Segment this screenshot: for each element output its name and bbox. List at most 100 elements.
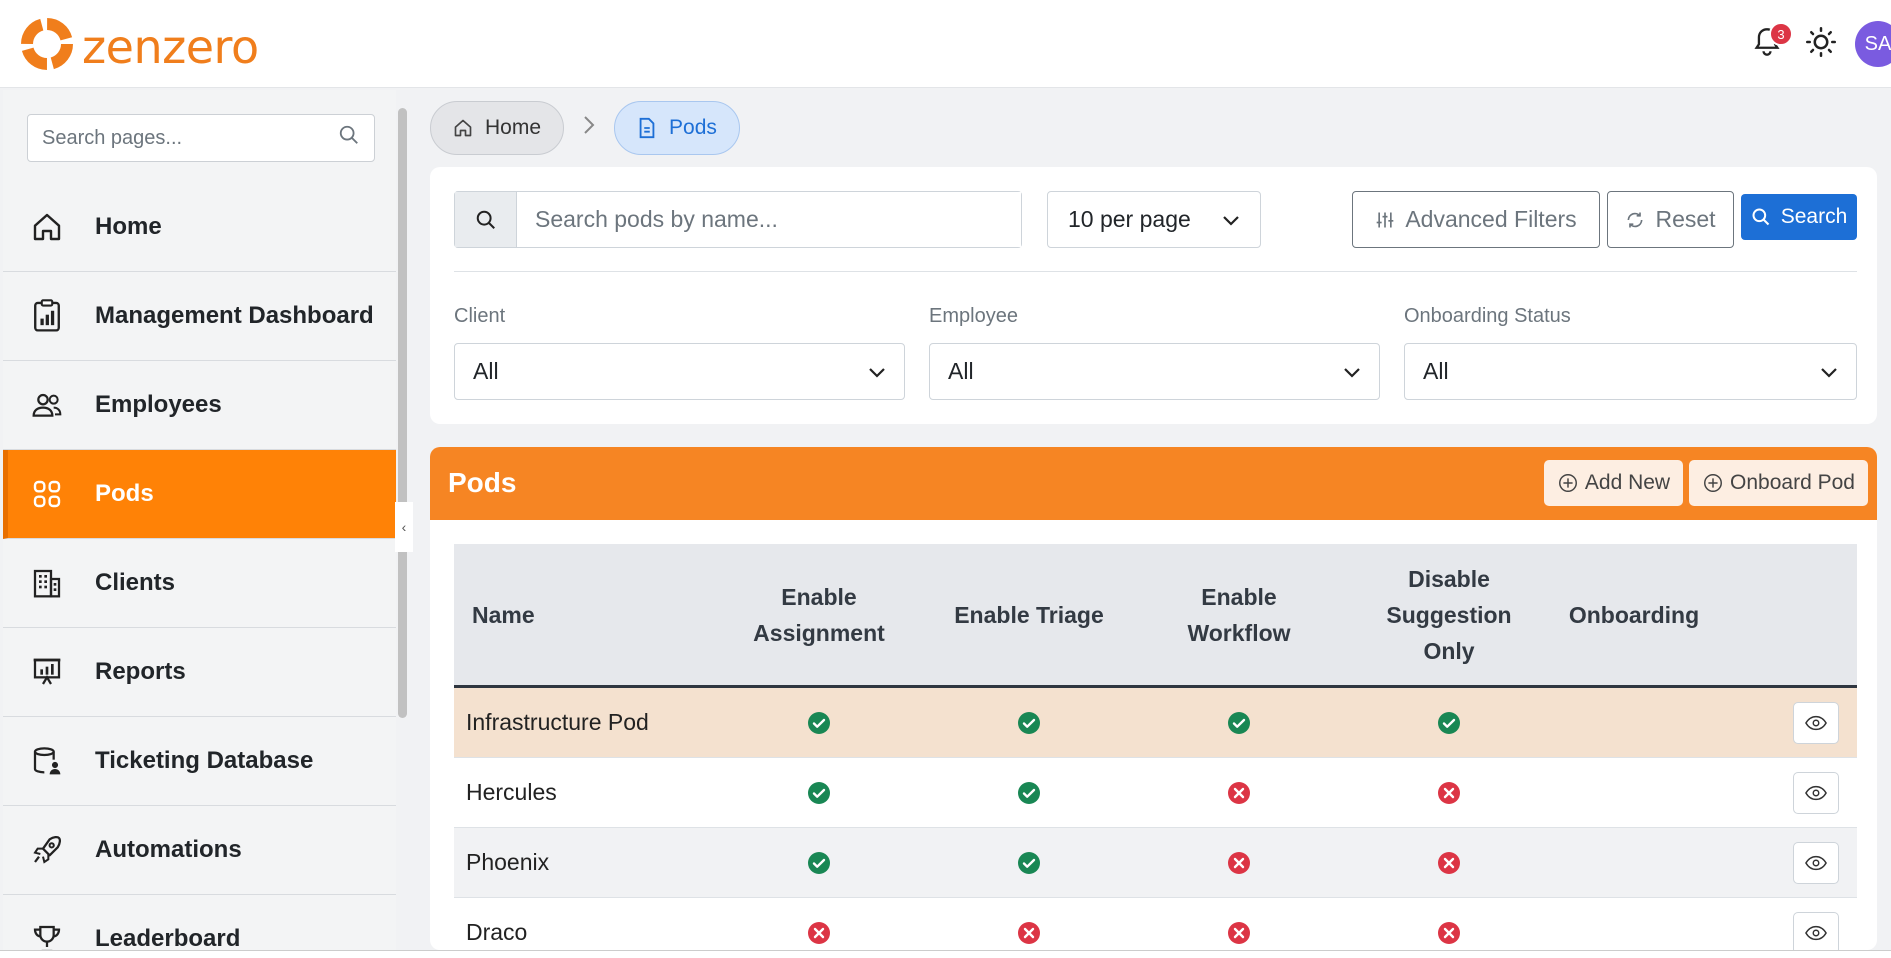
column-header-label: Enable Assignment (753, 583, 885, 646)
pod-search-input[interactable] (517, 192, 1021, 247)
chevron-right-icon (582, 114, 596, 142)
theme-toggle[interactable] (1801, 24, 1841, 64)
sidebar-item-reports[interactable]: Reports (3, 628, 396, 717)
x-circle-icon (1437, 851, 1461, 875)
pod-name-cell: Hercules (466, 779, 557, 805)
trophy-icon (29, 921, 65, 950)
grid-icon (29, 476, 65, 512)
sidebar-item-home[interactable]: Home (3, 183, 396, 272)
view-button[interactable] (1792, 771, 1839, 814)
notification-button[interactable]: 3 (1747, 22, 1793, 64)
client-filter-select[interactable]: All (454, 343, 905, 400)
onboarding-cell (1554, 688, 1714, 757)
rocket-icon (29, 832, 65, 868)
sidebar-collapse-button[interactable]: ‹ (395, 502, 413, 552)
search-label: Search (1780, 205, 1848, 228)
chevron-down-icon (1222, 206, 1240, 233)
assignment-cell (714, 828, 924, 897)
column-header-enable-workflow[interactable]: Enable Workflow (1134, 544, 1344, 685)
x-circle-icon (1227, 921, 1251, 945)
advanced-filters-label: Advanced Filters (1405, 206, 1577, 232)
presentation-chart-icon (29, 654, 65, 690)
column-header-label: Disable Suggestion Only (1386, 565, 1512, 664)
onboard-pod-label: Onboard Pod (1730, 471, 1855, 494)
view-button[interactable] (1792, 911, 1839, 950)
sidebar-item-employees[interactable]: Employees (3, 361, 396, 450)
onboarding-status-filter-select[interactable]: All (1404, 343, 1857, 400)
breadcrumb-current[interactable]: Pods (614, 101, 740, 155)
sidebar-item-leaderboard[interactable]: Leaderboard (3, 895, 396, 950)
sidebar-item-automations[interactable]: Automations (3, 806, 396, 895)
table-row[interactable]: Hercules (454, 758, 1857, 828)
column-header-enable-triage[interactable]: Enable Triage (924, 544, 1134, 685)
building-icon (29, 565, 65, 601)
column-header-disable-suggestion-only[interactable]: Disable Suggestion Only (1344, 544, 1554, 685)
check-circle-icon (1017, 851, 1041, 875)
brand-logo[interactable]: zenzero (20, 17, 259, 76)
view-button[interactable] (1792, 701, 1839, 744)
table-row[interactable]: Phoenix (454, 828, 1857, 898)
divider (454, 271, 1857, 272)
check-circle-icon (1017, 781, 1041, 805)
avatar[interactable]: SA (1855, 21, 1891, 67)
plus-circle-icon (1702, 472, 1724, 494)
reset-label: Reset (1655, 206, 1716, 232)
sidebar-item-label: Automations (95, 836, 242, 863)
home-icon (29, 209, 65, 245)
assignment-cell (714, 688, 924, 757)
sidebar-nav: Home Management Dashboard Employees Pods… (3, 183, 396, 950)
eye-icon (1804, 855, 1827, 871)
actions-cell (1714, 898, 1857, 950)
refresh-icon (1625, 210, 1645, 230)
pod-name-cell: Infrastructure Pod (466, 709, 649, 735)
sun-icon (1806, 26, 1836, 62)
suggestion-cell (1344, 688, 1554, 757)
sidebar-item-label: Management Dashboard (95, 302, 374, 329)
employee-filter-select[interactable]: All (929, 343, 1380, 400)
pod-search-group (454, 191, 1022, 248)
column-header-name[interactable]: Name (454, 544, 714, 685)
per-page-select[interactable]: 10 per page (1047, 191, 1261, 248)
search-button[interactable]: Search (1741, 194, 1857, 240)
check-circle-icon (1017, 711, 1041, 735)
sidebar-item-ticketing-database[interactable]: Ticketing Database (3, 717, 396, 806)
onboarding-status-filter-label: Onboarding Status (1404, 305, 1571, 327)
onboard-pod-button[interactable]: Onboard Pod (1689, 460, 1868, 506)
sidebar-item-clients[interactable]: Clients (3, 539, 396, 628)
onboarding-cell (1554, 828, 1714, 897)
breadcrumb-home-label: Home (485, 116, 542, 139)
add-new-button[interactable]: Add New (1544, 460, 1683, 506)
reset-button[interactable]: Reset (1607, 191, 1734, 248)
sliders-icon (1375, 210, 1395, 230)
employee-filter-label: Employee (929, 305, 1018, 327)
check-circle-icon (1227, 711, 1251, 735)
workflow-cell (1134, 758, 1344, 827)
database-user-icon (29, 743, 65, 779)
sidebar-item-management-dashboard[interactable]: Management Dashboard (3, 272, 396, 361)
view-button[interactable] (1792, 841, 1839, 884)
workflow-cell (1134, 828, 1344, 897)
breadcrumb-home[interactable]: Home (430, 101, 565, 155)
table-row[interactable]: Draco (454, 898, 1857, 950)
pods-table: Name Enable Assignment Enable Triage Ena… (454, 544, 1857, 950)
column-header-onboarding[interactable]: Onboarding (1554, 544, 1714, 685)
breadcrumb: Home Pods (430, 101, 740, 155)
sidebar-item-label: Home (95, 213, 162, 240)
advanced-filters-button[interactable]: Advanced Filters (1352, 191, 1600, 248)
triage-cell (924, 898, 1134, 950)
assignment-cell (714, 758, 924, 827)
table-row[interactable]: Infrastructure Pod (454, 688, 1857, 758)
column-header-enable-assignment[interactable]: Enable Assignment (714, 544, 924, 685)
search-icon (338, 124, 360, 152)
sidebar-scrollbar[interactable] (398, 108, 407, 718)
sidebar-search-input[interactable]: Search pages... (27, 114, 375, 162)
x-circle-icon (1017, 921, 1041, 945)
sidebar-item-pods[interactable]: Pods (3, 450, 396, 539)
pod-name-cell: Phoenix (466, 849, 550, 875)
sidebar-item-label: Leaderboard (95, 925, 241, 950)
check-circle-icon (807, 851, 831, 875)
triage-cell (924, 758, 1134, 827)
check-circle-icon (807, 781, 831, 805)
sidebar-item-label: Ticketing Database (95, 747, 314, 774)
onboarding-cell (1554, 758, 1714, 827)
